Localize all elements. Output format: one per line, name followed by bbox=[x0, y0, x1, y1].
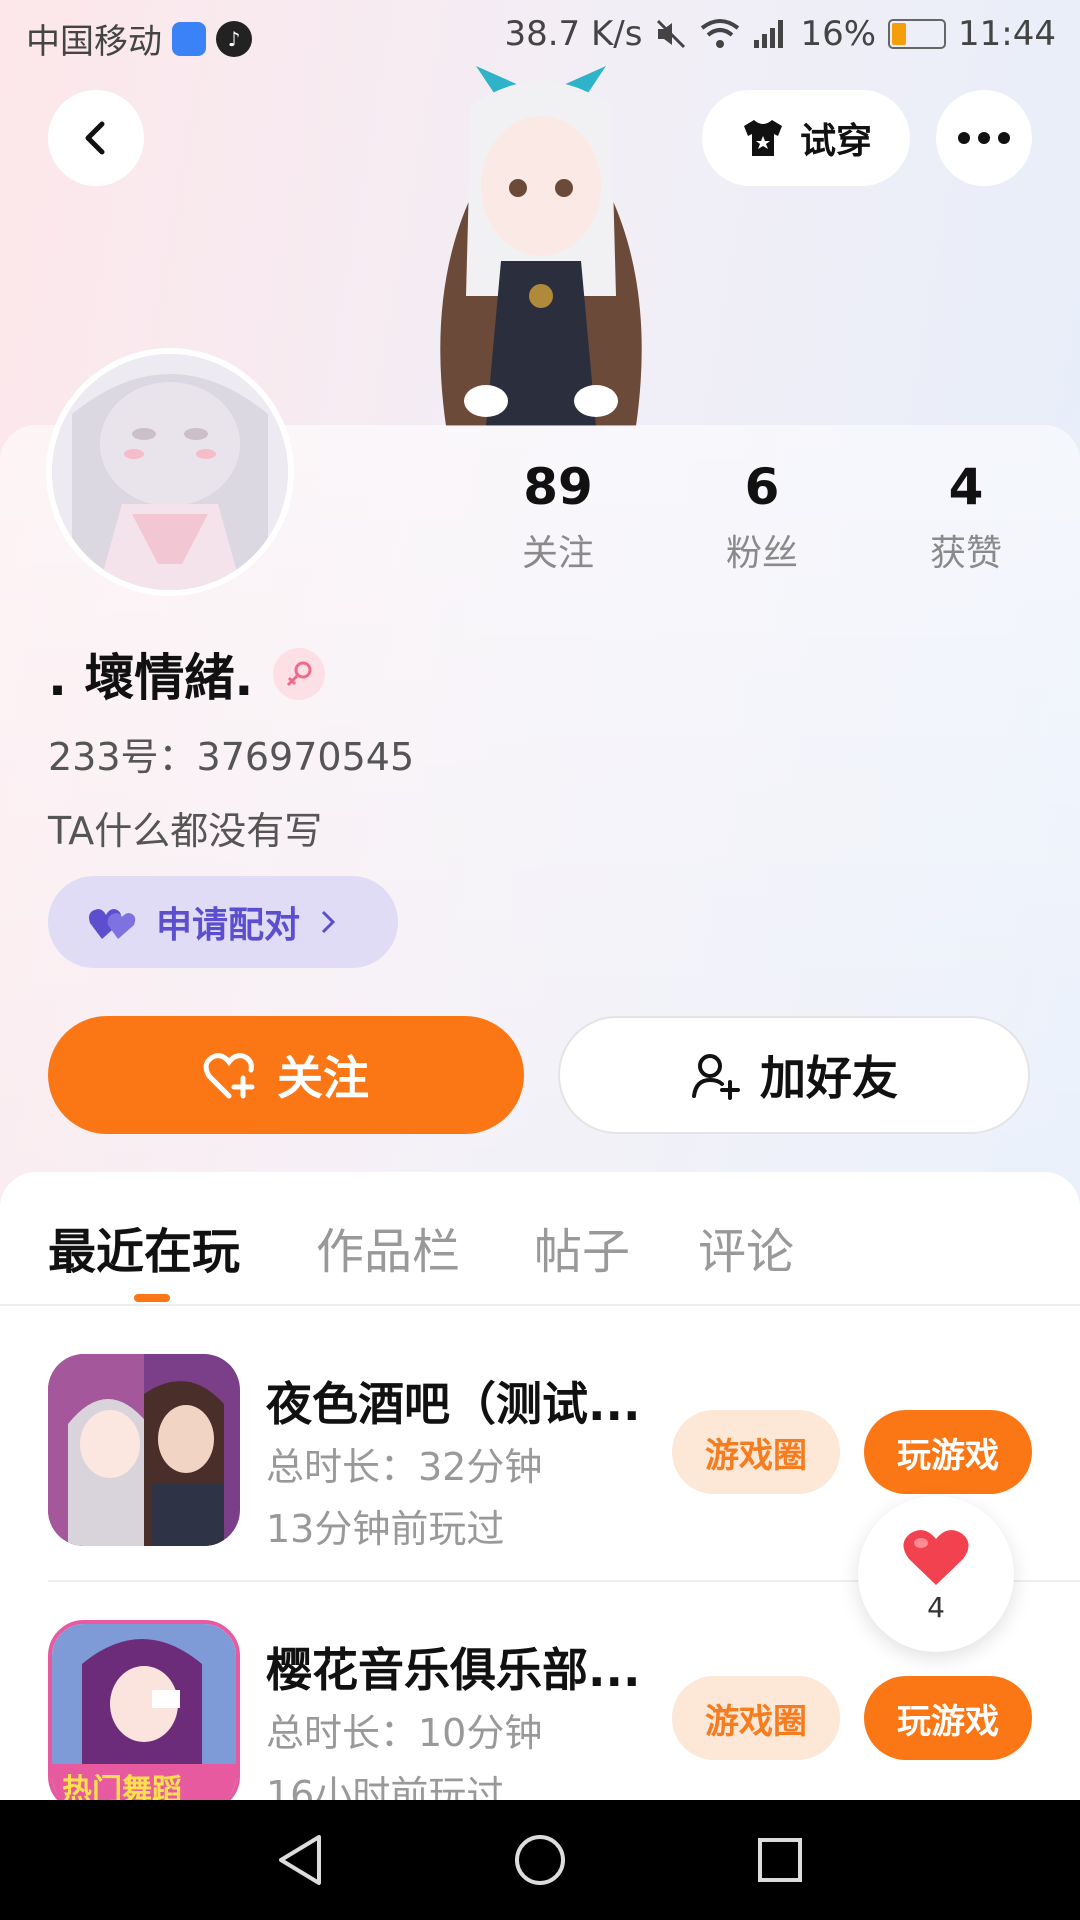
avatar-image bbox=[52, 354, 288, 590]
game-title: 樱花音乐俱乐部... bbox=[266, 1643, 641, 1697]
more-dots-icon bbox=[958, 132, 1010, 144]
tab-bar: 最近在玩 作品栏 帖子 评论 bbox=[0, 1172, 1080, 1306]
game-title: 夜色酒吧（测试... bbox=[266, 1377, 641, 1431]
carrier-label: 中国移动 bbox=[26, 22, 162, 62]
profile-avatar[interactable] bbox=[46, 348, 294, 596]
more-button[interactable] bbox=[936, 90, 1032, 186]
nav-recents-button[interactable] bbox=[750, 1830, 810, 1890]
play-game-button[interactable]: 玩游戏 bbox=[864, 1410, 1032, 1494]
content-panel: 最近在玩 作品栏 帖子 评论 夜色酒吧（测试... 总时长：32分钟 13分钟前… bbox=[0, 1172, 1080, 1800]
clock: 11:44 bbox=[958, 14, 1056, 54]
shield-icon bbox=[172, 21, 206, 56]
double-heart-icon bbox=[89, 909, 136, 939]
add-friend-button[interactable]: 加好友 bbox=[558, 1016, 1030, 1134]
tab-posts[interactable]: 帖子 bbox=[534, 1212, 630, 1282]
stat-likes-value: 4 bbox=[948, 458, 984, 516]
add-friend-label: 加好友 bbox=[760, 1051, 898, 1105]
nickname-row: . 壞情緒. bbox=[48, 638, 326, 710]
triangle-back-icon bbox=[279, 1835, 321, 1885]
heart-plus-icon bbox=[203, 1053, 255, 1099]
chevron-left-icon bbox=[85, 121, 105, 155]
apply-match-label: 申请配对 bbox=[156, 905, 301, 946]
battery-percent: 16% bbox=[800, 14, 877, 54]
tab-comments[interactable]: 评论 bbox=[698, 1212, 794, 1282]
nav-back-button[interactable] bbox=[270, 1830, 330, 1890]
mute-icon bbox=[654, 17, 688, 51]
floating-like-button[interactable]: 4 bbox=[858, 1496, 1014, 1652]
battery-icon bbox=[888, 19, 947, 49]
stat-fans[interactable]: 6 粉丝 bbox=[692, 458, 832, 576]
status-bar: 中国移动 ♪ 38.7 K/s 16% 11:44 bbox=[0, 0, 1080, 72]
like-count: 4 bbox=[927, 1590, 945, 1624]
game-icon-text: 热门舞蹈 bbox=[62, 1773, 182, 1800]
stat-following-value: 89 bbox=[523, 458, 593, 516]
apply-match-button[interactable]: 申请配对 bbox=[48, 876, 398, 968]
game-icon[interactable]: 热门舞蹈 bbox=[48, 1620, 240, 1800]
game-last-played: 13分钟前玩过 bbox=[266, 1507, 505, 1551]
female-gender-icon bbox=[273, 648, 326, 700]
add-user-icon bbox=[692, 1054, 740, 1100]
user-bio: TA什么都没有写 bbox=[48, 809, 323, 853]
tshirt-icon bbox=[743, 120, 782, 156]
try-on-button[interactable]: 试穿 bbox=[702, 90, 910, 186]
chevron-right-icon bbox=[321, 910, 336, 934]
game-last-played: 16小时前玩过 bbox=[266, 1773, 505, 1800]
tab-indicator bbox=[134, 1294, 170, 1302]
status-left: 中国移动 ♪ bbox=[26, 14, 252, 63]
follow-button[interactable]: 关注 bbox=[48, 1016, 524, 1134]
system-nav-bar bbox=[0, 1800, 1080, 1920]
circle-home-icon bbox=[515, 1835, 565, 1885]
tiktok-icon: ♪ bbox=[216, 20, 252, 57]
follow-label: 关注 bbox=[277, 1051, 369, 1105]
net-speed: 38.7 K/s bbox=[504, 14, 643, 54]
game-circle-button[interactable]: 游戏圈 bbox=[672, 1410, 840, 1494]
square-recents-icon bbox=[758, 1838, 802, 1882]
game-duration: 总时长：32分钟 bbox=[266, 1445, 543, 1489]
try-on-label: 试穿 bbox=[799, 121, 872, 162]
game-icon[interactable] bbox=[48, 1354, 240, 1546]
stat-following-label: 关注 bbox=[521, 533, 594, 574]
signal-icon bbox=[752, 18, 788, 50]
back-button[interactable] bbox=[48, 90, 144, 186]
stat-fans-label: 粉丝 bbox=[725, 533, 798, 574]
heart-icon bbox=[903, 1529, 969, 1585]
wifi-icon bbox=[700, 18, 740, 50]
game-duration: 总时长：10分钟 bbox=[266, 1711, 543, 1755]
stat-following[interactable]: 89 关注 bbox=[488, 458, 628, 576]
stat-fans-value: 6 bbox=[744, 458, 780, 516]
user-id: 233号：376970545 bbox=[48, 735, 415, 779]
stat-likes[interactable]: 4 获赞 bbox=[896, 458, 1036, 576]
nickname: . 壞情緒. bbox=[48, 649, 254, 707]
play-game-button[interactable]: 玩游戏 bbox=[864, 1676, 1032, 1760]
game-circle-button[interactable]: 游戏圈 bbox=[672, 1676, 840, 1760]
character-avatar-image[interactable] bbox=[396, 66, 686, 426]
tab-recently-played[interactable]: 最近在玩 bbox=[48, 1212, 240, 1282]
tab-works[interactable]: 作品栏 bbox=[316, 1212, 460, 1282]
nav-home-button[interactable] bbox=[510, 1830, 570, 1890]
status-right: 38.7 K/s 16% 11:44 bbox=[504, 14, 1056, 54]
stat-likes-label: 获赞 bbox=[929, 533, 1002, 574]
